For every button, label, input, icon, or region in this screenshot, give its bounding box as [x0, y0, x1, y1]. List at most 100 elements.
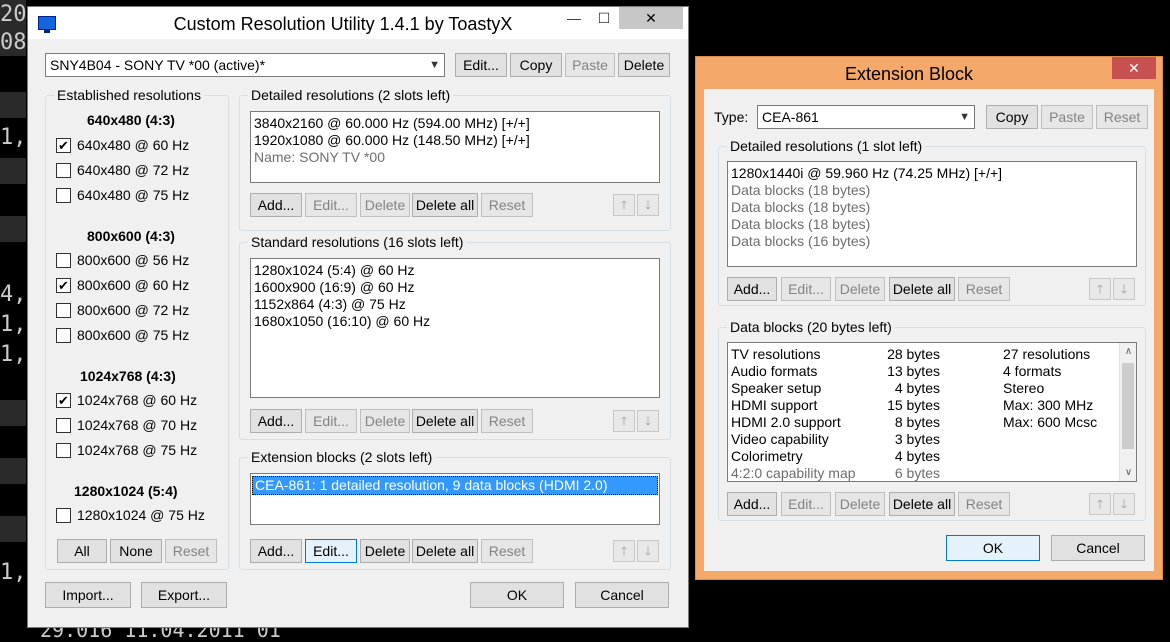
data-block-name[interactable]: Speaker setup	[731, 380, 856, 397]
ok-button[interactable]: OK	[470, 582, 564, 608]
checkbox-icon[interactable]	[56, 443, 71, 458]
move-down-icon[interactable]: 🡓	[637, 194, 659, 216]
reset-data-blocks-button[interactable]: Reset	[958, 492, 1010, 516]
list-item[interactable]: 1280x1440i @ 59.960 Hz (74.25 MHz) [+/+]	[731, 165, 1002, 182]
delete-all-data-blocks-button[interactable]: Delete all	[889, 492, 955, 516]
delete-monitor-button[interactable]: Delete	[618, 53, 670, 77]
list-item[interactable]: Data blocks (18 bytes)	[731, 199, 870, 216]
delete-extension-button[interactable]: Delete	[360, 539, 410, 563]
list-item[interactable]: Name: SONY TV *00	[254, 149, 385, 166]
list-item[interactable]: 1280x1024 (5:4) @ 60 Hz	[254, 262, 415, 279]
add-data-block-button[interactable]: Add...	[727, 492, 777, 516]
edit-standard-button[interactable]: Edit...	[305, 409, 357, 433]
data-block-name[interactable]: TV resolutions	[731, 346, 856, 363]
copy-button[interactable]: Copy	[986, 105, 1038, 129]
delete-detailed-button[interactable]: Delete	[360, 193, 410, 217]
add-standard-button[interactable]: Add...	[250, 409, 302, 433]
scroll-up-icon[interactable]: ∧	[1120, 343, 1136, 360]
add-detailed-button[interactable]: Add...	[250, 193, 302, 217]
data-block-name[interactable]: HDMI support	[731, 397, 856, 414]
main-titlebar[interactable]: Custom Resolution Utility 1.4.1 by Toast…	[28, 7, 688, 39]
move-up-icon[interactable]: 🡑	[613, 194, 635, 216]
move-up-icon[interactable]: 🡑	[613, 540, 635, 562]
reset-established-button[interactable]: Reset	[165, 539, 217, 563]
ext-titlebar[interactable]: Extension Block ✕	[696, 57, 1162, 89]
reset-detailed-button[interactable]: Reset	[481, 193, 533, 217]
move-down-icon[interactable]: 🡓	[637, 410, 659, 432]
monitor-select[interactable]: SNY4B04 - SONY TV *00 (active)* ▼	[45, 53, 445, 77]
reset-button[interactable]: Reset	[1096, 105, 1148, 129]
detailed-resolutions-list[interactable]: 3840x2160 @ 60.000 Hz (594.00 MHz) [+/+]…	[250, 111, 660, 183]
cancel-button[interactable]: Cancel	[1051, 535, 1145, 561]
list-item[interactable]: Data blocks (18 bytes)	[731, 216, 870, 233]
ext-detailed-resolutions-list[interactable]: 1280x1440i @ 59.960 Hz (74.25 MHz) [+/+]…	[727, 161, 1137, 267]
checkbox-icon[interactable]	[56, 418, 71, 433]
move-up-icon[interactable]: 🡑	[613, 410, 635, 432]
edit-extension-button[interactable]: Edit...	[305, 539, 357, 563]
extension-blocks-list[interactable]: CEA-861: 1 detailed resolution, 9 data b…	[250, 473, 660, 525]
list-item[interactable]: 3840x2160 @ 60.000 Hz (594.00 MHz) [+/+]	[254, 115, 530, 132]
scrollbar-thumb[interactable]	[1122, 363, 1134, 449]
checkbox-icon[interactable]: ✔	[56, 138, 71, 153]
type-select[interactable]: CEA-861 ▼	[757, 105, 975, 129]
delete-all-ext-detailed-button[interactable]: Delete all	[889, 277, 955, 301]
delete-all-extension-button[interactable]: Delete all	[412, 539, 478, 563]
all-button[interactable]: All	[57, 539, 107, 563]
data-block-name[interactable]: HDMI 2.0 support	[731, 414, 856, 431]
reset-extension-button[interactable]: Reset	[481, 539, 533, 563]
minimize-button[interactable]: —	[559, 7, 589, 29]
list-item[interactable]: 1152x864 (4:3) @ 75 Hz	[254, 296, 406, 313]
checkbox-icon[interactable]	[56, 253, 71, 268]
data-blocks-list[interactable]: TV resolutions Audio formats Speaker set…	[727, 342, 1137, 482]
reset-ext-detailed-button[interactable]: Reset	[958, 277, 1010, 301]
close-button[interactable]: ✕	[1112, 57, 1156, 79]
list-item[interactable]: 1680x1050 (16:10) @ 60 Hz	[254, 313, 430, 330]
list-item-selected[interactable]: CEA-861: 1 detailed resolution, 9 data b…	[252, 476, 658, 495]
edit-ext-detailed-button[interactable]: Edit...	[781, 277, 831, 301]
import-button[interactable]: Import...	[45, 582, 131, 608]
delete-ext-detailed-button[interactable]: Delete	[835, 277, 885, 301]
edit-detailed-button[interactable]: Edit...	[305, 193, 357, 217]
close-button[interactable]: ✕	[619, 7, 683, 29]
copy-button[interactable]: Copy	[510, 53, 562, 77]
checkbox-icon[interactable]	[56, 508, 71, 523]
add-extension-button[interactable]: Add...	[250, 539, 302, 563]
move-up-icon[interactable]: 🡑	[1089, 493, 1111, 515]
delete-standard-button[interactable]: Delete	[360, 409, 410, 433]
edit-data-block-button[interactable]: Edit...	[781, 492, 831, 516]
edit-monitor-button[interactable]: Edit...	[455, 53, 507, 77]
ok-button[interactable]: OK	[946, 535, 1040, 561]
checkbox-icon[interactable]: ✔	[56, 393, 71, 408]
move-down-icon[interactable]: 🡓	[1113, 278, 1135, 300]
data-block-name[interactable]: Video capability	[731, 431, 856, 448]
paste-button[interactable]: Paste	[565, 53, 615, 77]
checkbox-icon[interactable]: ✔	[56, 278, 71, 293]
list-item[interactable]: 1920x1080 @ 60.000 Hz (148.50 MHz) [+/+]	[254, 132, 530, 149]
export-button[interactable]: Export...	[141, 582, 227, 608]
delete-data-block-button[interactable]: Delete	[835, 492, 885, 516]
checkbox-icon[interactable]	[56, 328, 71, 343]
scroll-down-icon[interactable]: ∨	[1120, 464, 1136, 481]
maximize-button[interactable]: ☐	[589, 7, 619, 29]
data-block-name[interactable]: Audio formats	[731, 363, 856, 380]
data-block-name[interactable]: 4:2:0 capability map	[731, 465, 856, 481]
list-item[interactable]: 1600x900 (16:9) @ 60 Hz	[254, 279, 415, 296]
data-blocks-scrollbar[interactable]: ∧ ∨	[1119, 343, 1136, 481]
cancel-button[interactable]: Cancel	[575, 582, 669, 608]
delete-all-standard-button[interactable]: Delete all	[412, 409, 478, 433]
list-item[interactable]: Data blocks (18 bytes)	[731, 182, 870, 199]
data-block-name[interactable]: Colorimetry	[731, 448, 856, 465]
checkbox-icon[interactable]	[56, 188, 71, 203]
paste-button[interactable]: Paste	[1041, 105, 1093, 129]
delete-all-detailed-button[interactable]: Delete all	[412, 193, 478, 217]
reset-standard-button[interactable]: Reset	[481, 409, 533, 433]
move-down-icon[interactable]: 🡓	[1113, 493, 1135, 515]
move-up-icon[interactable]: 🡑	[1089, 278, 1111, 300]
list-item[interactable]: Data blocks (16 bytes)	[731, 233, 870, 250]
checkbox-icon[interactable]	[56, 163, 71, 178]
standard-resolutions-list[interactable]: 1280x1024 (5:4) @ 60 Hz 1600x900 (16:9) …	[250, 258, 660, 398]
add-ext-detailed-button[interactable]: Add...	[727, 277, 777, 301]
checkbox-icon[interactable]	[56, 303, 71, 318]
move-down-icon[interactable]: 🡓	[637, 540, 659, 562]
none-button[interactable]: None	[110, 539, 162, 563]
